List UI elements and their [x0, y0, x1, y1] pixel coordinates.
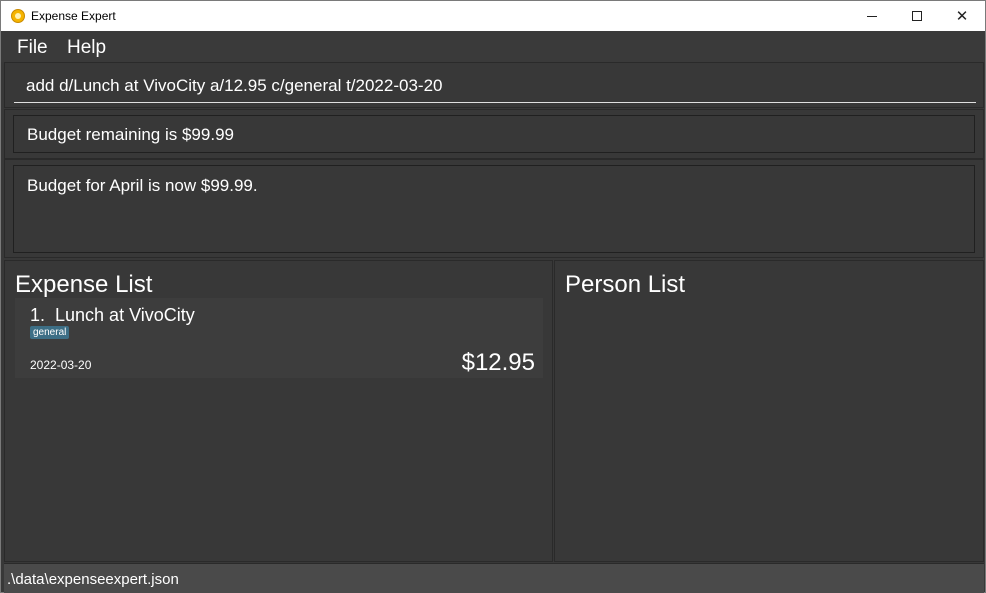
result-text: Budget for April is now $99.99. [27, 176, 258, 195]
command-box [4, 62, 984, 108]
expense-list-title: Expense List [15, 271, 153, 298]
menu-file[interactable]: File [17, 37, 48, 59]
save-file-path: .\data\expenseexpert.json [7, 571, 179, 588]
menu-bar: File Help [1, 31, 985, 62]
expense-description: 1. Lunch at VivoCity [30, 305, 195, 325]
person-list-panel: Person List [554, 260, 984, 562]
maximize-icon [912, 11, 922, 21]
budget-panel: Budget remaining is $99.99 [4, 109, 984, 159]
person-list-title: Person List [565, 271, 686, 298]
minimize-icon [867, 15, 877, 17]
command-input[interactable] [14, 69, 976, 103]
status-bar: .\data\expenseexpert.json [4, 563, 984, 593]
expense-list-panel: Expense List 1. Lunch at VivoCity genera… [4, 260, 553, 562]
category-tag: general [30, 326, 70, 339]
maximize-button[interactable] [894, 1, 940, 31]
budget-display: Budget remaining is $99.99 [13, 115, 975, 153]
menu-help[interactable]: Help [67, 37, 106, 59]
result-panel: Budget for April is now $99.99. [4, 159, 984, 258]
expense-date: 2022-03-20 [30, 358, 92, 372]
title-bar[interactable]: Expense Expert ✕ [1, 1, 985, 31]
minimize-button[interactable] [849, 1, 895, 31]
app-window: Expense Expert ✕ File Help Budget remain… [0, 0, 986, 593]
close-button[interactable]: ✕ [939, 1, 985, 31]
app-coin-icon [11, 9, 25, 23]
window-title: Expense Expert [31, 9, 116, 23]
expense-amount: $12.95 [461, 349, 535, 376]
close-icon: ✕ [955, 7, 969, 25]
budget-text: Budget remaining is $99.99 [27, 125, 234, 144]
result-display[interactable]: Budget for April is now $99.99. [13, 165, 975, 253]
expense-card[interactable]: 1. Lunch at VivoCity general 2022-03-20 … [15, 298, 543, 378]
